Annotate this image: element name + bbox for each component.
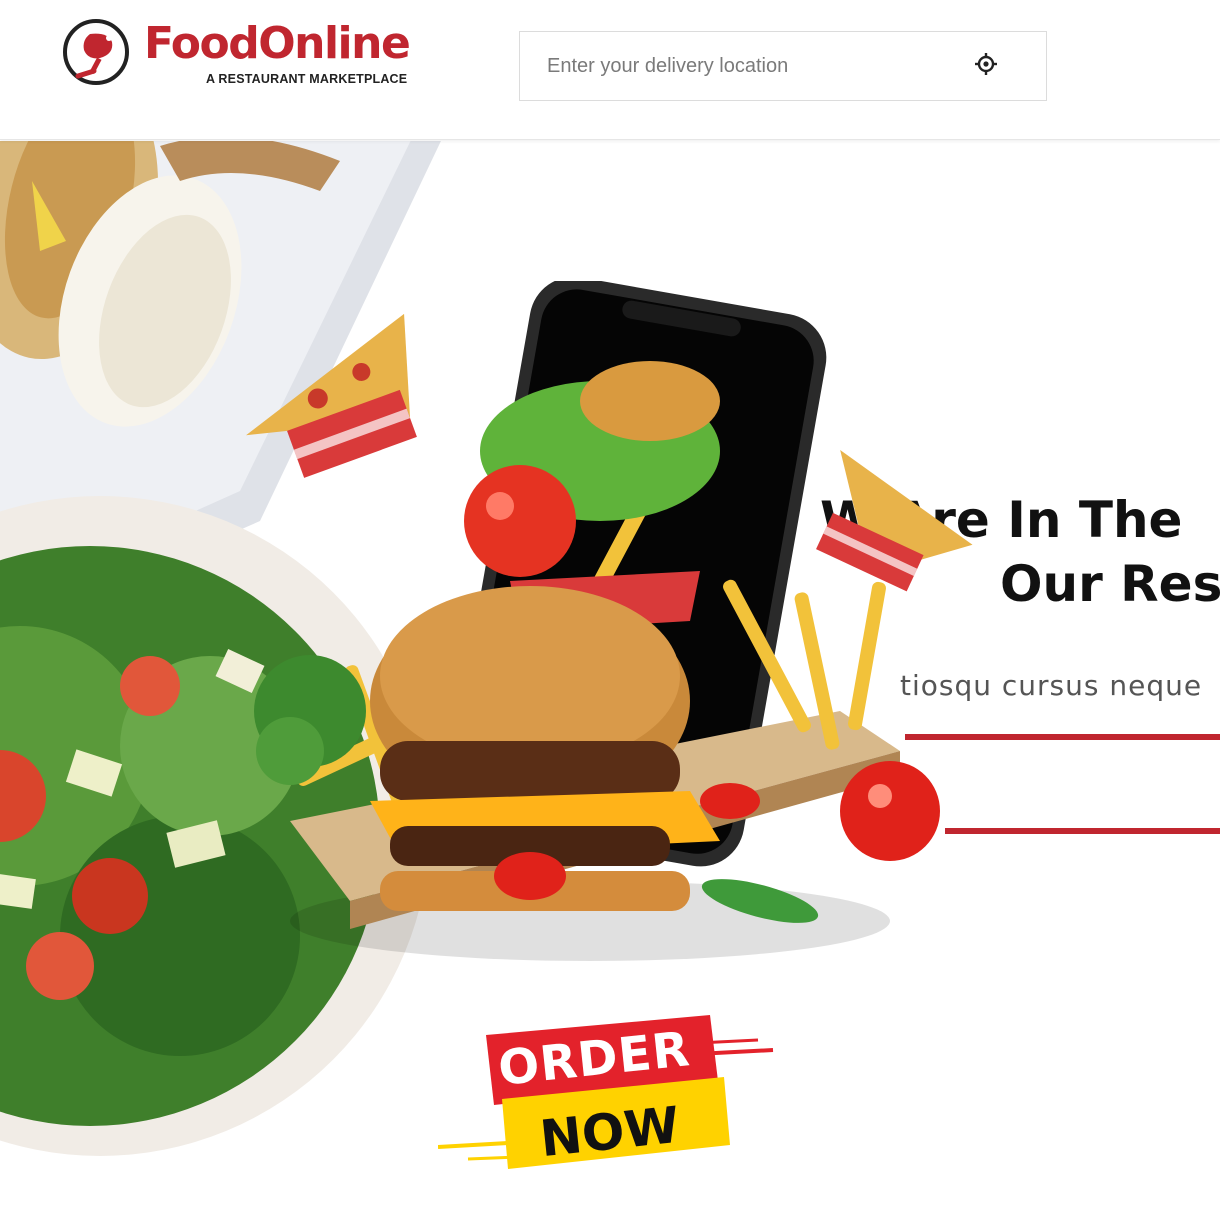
crosshair-locate-icon[interactable] — [974, 52, 998, 76]
hero-divider-bottom — [945, 828, 1220, 834]
phone-burger-illustration — [246, 281, 973, 961]
wine-glass-logo-icon — [63, 19, 129, 85]
delivery-location-search — [519, 31, 1047, 101]
hero-headline-line2: Our Res — [1000, 555, 1220, 613]
logo-wordmark: FoodOnline — [144, 18, 411, 69]
delivery-location-input[interactable] — [520, 32, 990, 100]
site-header: FoodOnline A RESTAURANT MARKETPLACE — [0, 0, 1220, 140]
logo-tagline: A RESTAURANT MARKETPLACE — [206, 72, 408, 86]
order-now-button[interactable]: ORDER NOW — [437, 1007, 778, 1173]
hero-banner: W Are In The Our Res tiosqu cursus neque — [0, 141, 1220, 1173]
foodonline-logo[interactable]: FoodOnline A RESTAURANT MARKETPLACE — [58, 14, 418, 90]
